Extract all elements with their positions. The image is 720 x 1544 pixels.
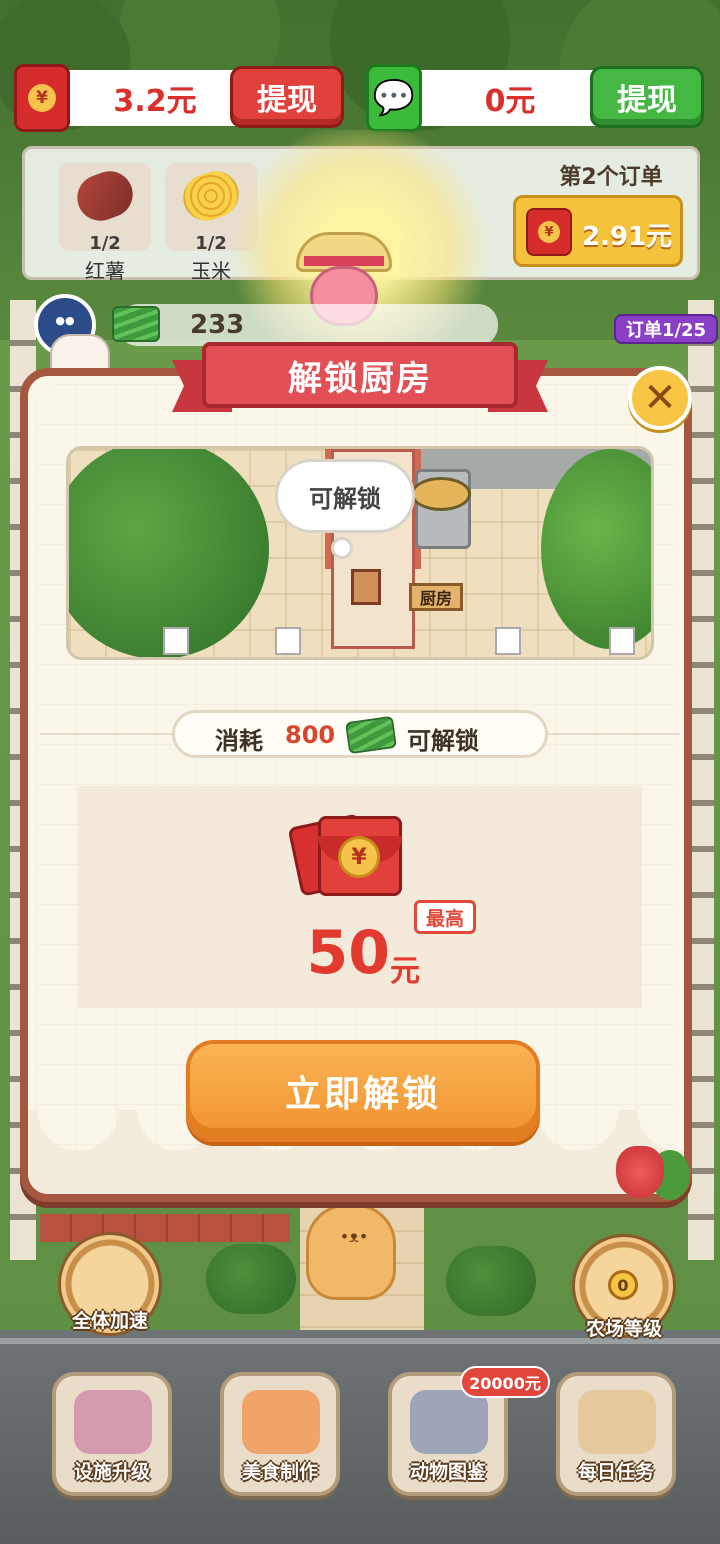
reward-unit: 元 (390, 954, 420, 989)
cash-bar (118, 304, 498, 346)
cooking-icon (242, 1390, 320, 1454)
cash-value: 233 (190, 310, 245, 340)
cat-character[interactable]: •ᴥ• (306, 1204, 396, 1300)
bottom-nav-label: 动物图鉴 (409, 1461, 486, 1483)
item-name: 红薯 (85, 259, 125, 283)
facility-upgrade-icon (74, 1390, 152, 1454)
order-title: 第2个订单 (559, 165, 663, 190)
stool-icon (609, 627, 635, 655)
stool-icon (495, 627, 521, 655)
bottom-nav-label: 美食制作 (241, 1461, 318, 1483)
redpacket-balance: 3.2元 (113, 84, 197, 119)
kitchen-sign: 厨房 (409, 583, 463, 611)
redpacket-icon: ¥ (526, 208, 572, 256)
cash-icon (345, 715, 397, 755)
order-item-sweet-potato: 1/2 (59, 163, 151, 254)
reward-badge: 20000元 (460, 1366, 550, 1398)
bottom-nav-label: 每日任务 (577, 1461, 654, 1483)
kitchen-preview: 厨房 可解锁 (66, 446, 654, 660)
bottom-nav-label: 设施升级 (73, 1461, 150, 1483)
bush (206, 1244, 296, 1314)
cost-suffix: 可解锁 (407, 727, 479, 755)
cost-amount: 800 (285, 721, 336, 749)
cost-label: 消耗 (215, 727, 263, 755)
reward-value: 50 (306, 918, 391, 988)
dialog-title: 解锁厨房 (202, 342, 518, 408)
bush (446, 1246, 536, 1316)
farm-level-label: 农场等级 (585, 1318, 662, 1340)
item-count: 1/2 (89, 233, 121, 254)
farm-level-value: 0 (608, 1270, 638, 1300)
stool-icon (163, 627, 189, 655)
bubble-tail (331, 537, 353, 559)
hat-band (304, 256, 384, 266)
cash-icon (112, 306, 160, 342)
close-button[interactable]: ✕ (628, 366, 692, 430)
strawberry-icon (616, 1146, 664, 1198)
cooking-button[interactable]: 美食制作 (220, 1372, 340, 1496)
brick-wall (40, 1214, 290, 1242)
pan-icon (411, 477, 471, 511)
unlock-cost: 消耗 800 可解锁 (172, 710, 548, 758)
facility-upgrade-button[interactable]: 设施升级 (52, 1372, 172, 1496)
redpacket-icon: ¥ (14, 64, 70, 132)
order-reward-button[interactable]: ¥ 2.91元 (513, 195, 683, 267)
wechat-balance: 0元 (484, 84, 536, 119)
order-progress-badge[interactable]: 订单1/25 (614, 314, 718, 344)
redpacket-withdraw-button[interactable]: 提现 (230, 66, 344, 128)
daily-task-icon (578, 1390, 656, 1454)
animal-collection-icon (410, 1390, 488, 1454)
sweet-potato-icon (70, 164, 140, 228)
speed-up-label: 全体加速 (71, 1310, 148, 1332)
stool-icon (275, 627, 301, 655)
unlock-now-button[interactable]: 立即解锁 (186, 1040, 540, 1142)
max-tag: 最高 (414, 900, 476, 934)
order-reward-value: 2.91元 (582, 222, 673, 252)
daily-task-button[interactable]: 每日任务 (556, 1372, 676, 1496)
wechat-withdraw-button[interactable]: 提现 (590, 66, 704, 128)
wechat-icon: 💬 (366, 64, 422, 132)
kitchen-door (351, 569, 381, 605)
yuan-coin-icon: ¥ (338, 836, 380, 878)
dialog-title-ribbon: 解锁厨房 (172, 342, 548, 414)
unlockable-bubble: 可解锁 (275, 459, 415, 533)
